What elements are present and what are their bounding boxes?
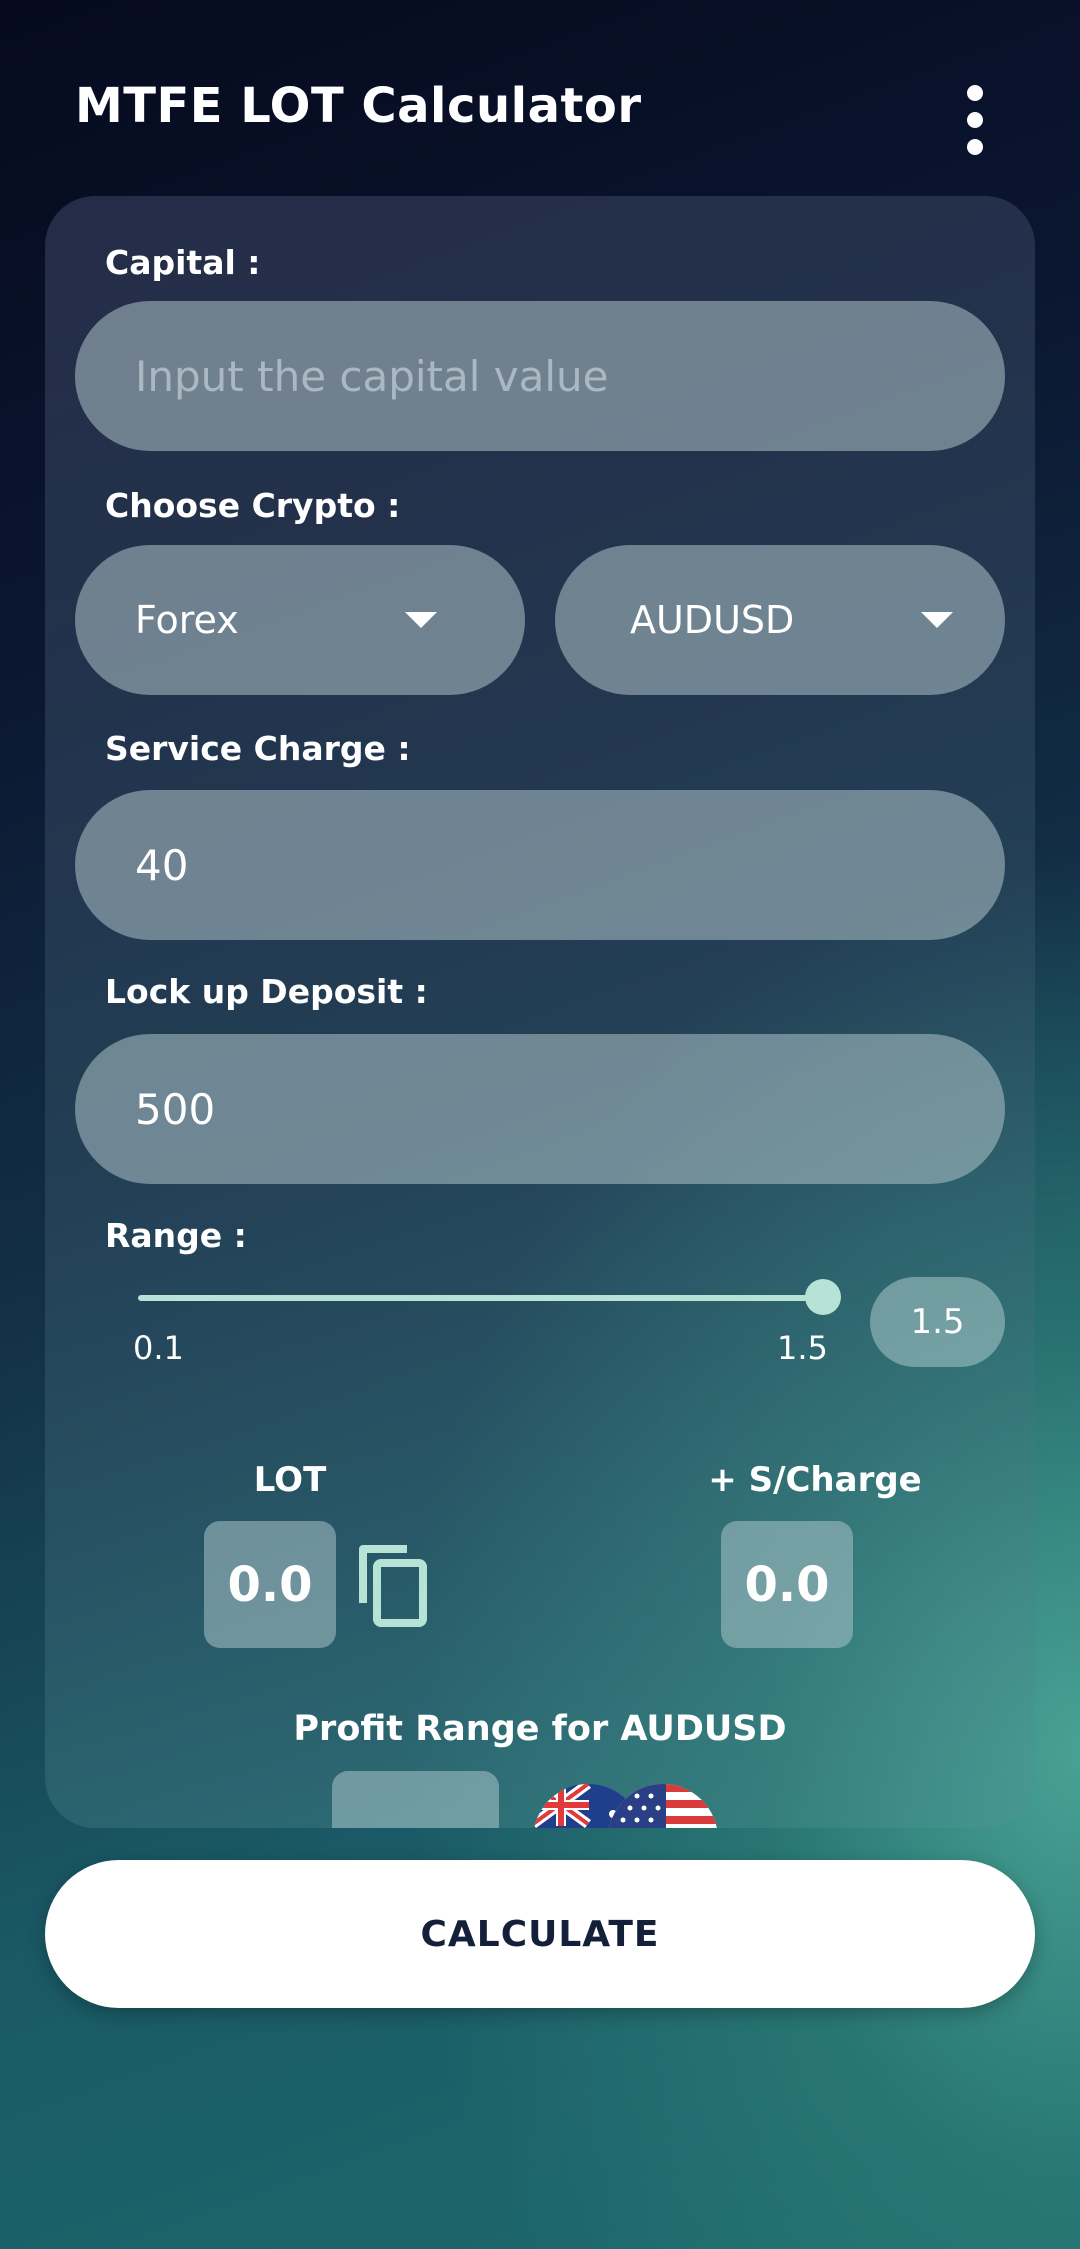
menu-dot <box>967 112 983 128</box>
more-vertical-icon[interactable] <box>950 85 1000 155</box>
copy-icon[interactable] <box>355 1541 435 1631</box>
range-slider-track[interactable] <box>138 1295 828 1301</box>
market-dropdown-value: Forex <box>135 598 239 642</box>
pair-dropdown-value: AUDUSD <box>630 598 795 642</box>
lock-up-deposit-value: 500 <box>135 1084 216 1134</box>
menu-dot <box>967 85 983 101</box>
menu-dot <box>967 139 983 155</box>
calculate-button[interactable]: CALCULATE <box>45 1860 1035 2008</box>
capital-placeholder: Input the capital value <box>135 351 609 401</box>
market-dropdown[interactable]: Forex <box>75 545 525 695</box>
service-charge-input[interactable]: 40 <box>75 790 1005 940</box>
capital-input[interactable]: Input the capital value <box>75 301 1005 451</box>
profit-range-value <box>372 1827 432 1828</box>
lot-label: LOT <box>253 1460 327 1500</box>
usa-flag-icon <box>608 1784 718 1828</box>
pair-dropdown[interactable]: AUDUSD <box>555 545 1005 695</box>
chevron-down-icon <box>921 612 953 628</box>
service-charge-label: Service Charge : <box>105 729 411 768</box>
range-label: Range : <box>105 1216 247 1255</box>
range-slider-thumb[interactable] <box>805 1279 841 1315</box>
profit-range-box <box>332 1771 499 1828</box>
currency-flags <box>533 1784 743 1828</box>
app-title: MTFE LOT Calculator <box>75 78 642 134</box>
profit-range-title: Profit Range for AUDUSD <box>293 1709 787 1749</box>
lot-value: 0.0 <box>204 1521 336 1648</box>
range-min-label: 0.1 <box>133 1329 184 1367</box>
chevron-down-icon <box>405 612 437 628</box>
calculator-card: Capital : Input the capital value Choose… <box>45 196 1035 1828</box>
range-max-label: 1.5 <box>777 1329 828 1367</box>
lock-up-deposit-input[interactable]: 500 <box>75 1034 1005 1184</box>
service-charge-value: 40 <box>135 840 189 890</box>
scharge-label: + S/Charge <box>708 1460 922 1500</box>
choose-crypto-label: Choose Crypto : <box>105 486 401 525</box>
capital-label: Capital : <box>105 243 261 282</box>
lock-up-deposit-label: Lock up Deposit : <box>105 972 428 1011</box>
range-value-badge: 1.5 <box>870 1277 1005 1367</box>
scharge-value: 0.0 <box>721 1521 853 1648</box>
